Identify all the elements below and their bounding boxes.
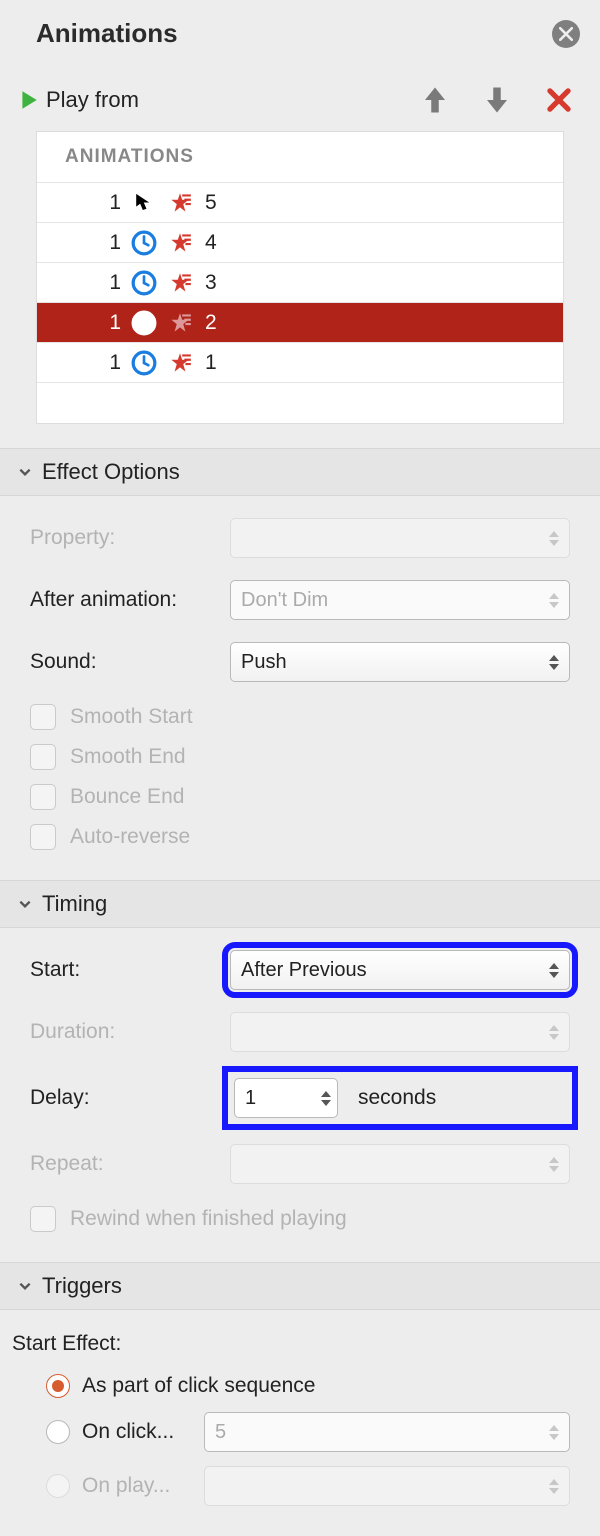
animation-target: 4 bbox=[201, 231, 535, 255]
delay-label: Delay: bbox=[30, 1086, 230, 1110]
duration-label: Duration: bbox=[30, 1020, 230, 1044]
animation-seq: 1 bbox=[65, 351, 121, 375]
move-up-button[interactable] bbox=[420, 85, 450, 115]
section-timing[interactable]: Timing bbox=[0, 880, 600, 928]
bounce-end-label: Bounce End bbox=[70, 785, 184, 809]
close-icon bbox=[559, 27, 573, 41]
animation-row[interactable]: 1 3 bbox=[37, 263, 563, 303]
clock-icon bbox=[121, 230, 159, 256]
close-button[interactable] bbox=[552, 20, 580, 48]
clock-icon bbox=[121, 350, 159, 376]
clock-icon bbox=[121, 310, 159, 336]
star-lines-icon bbox=[159, 230, 201, 256]
animation-row[interactable]: 1 2 bbox=[37, 303, 563, 343]
on-play-select bbox=[204, 1466, 570, 1506]
duration-select bbox=[230, 1012, 570, 1052]
radio-on-click-label: On click... bbox=[82, 1420, 192, 1444]
animations-list-header: ANIMATIONS bbox=[37, 132, 563, 183]
animation-target: 5 bbox=[201, 191, 535, 215]
radio-on-play-label: On play... bbox=[82, 1474, 192, 1498]
reorder-toolbar bbox=[420, 85, 574, 115]
property-select bbox=[230, 518, 570, 558]
after-animation-select[interactable]: Don't Dim bbox=[230, 580, 570, 620]
repeat-label: Repeat: bbox=[30, 1152, 230, 1176]
auto-reverse-checkbox bbox=[30, 824, 56, 850]
smooth-start-label: Smooth Start bbox=[70, 705, 193, 729]
section-title: Effect Options bbox=[42, 459, 180, 485]
section-title: Triggers bbox=[42, 1273, 122, 1299]
after-animation-label: After animation: bbox=[30, 588, 230, 612]
animation-seq: 1 bbox=[65, 271, 121, 295]
animation-seq: 1 bbox=[65, 231, 121, 255]
delay-input[interactable]: 1 bbox=[234, 1078, 338, 1118]
sound-value: Push bbox=[241, 651, 287, 674]
start-select[interactable]: After Previous bbox=[230, 950, 570, 990]
repeat-select bbox=[230, 1144, 570, 1184]
after-animation-value: Don't Dim bbox=[241, 589, 328, 612]
chevron-down-icon bbox=[16, 895, 34, 913]
play-toolbar: Play from bbox=[0, 63, 600, 125]
clock-icon bbox=[121, 270, 159, 296]
delay-suffix: seconds bbox=[348, 1086, 436, 1110]
play-label: Play from bbox=[46, 87, 139, 113]
panel-header: Animations bbox=[0, 0, 600, 63]
play-from-button[interactable]: Play from bbox=[18, 87, 139, 113]
animation-row[interactable]: 1 1 bbox=[37, 343, 563, 383]
arrow-down-icon bbox=[484, 85, 510, 115]
animations-list: ANIMATIONS 1 5 1 4 1 3 1 2 1 1 bbox=[36, 131, 564, 424]
rewind-checkbox bbox=[30, 1206, 56, 1232]
start-value: After Previous bbox=[241, 959, 367, 982]
animation-seq: 1 bbox=[65, 191, 121, 215]
move-down-button[interactable] bbox=[482, 85, 512, 115]
cursor-icon bbox=[121, 192, 159, 214]
rewind-label: Rewind when finished playing bbox=[70, 1207, 347, 1231]
star-lines-icon bbox=[159, 270, 201, 296]
property-label: Property: bbox=[30, 526, 230, 550]
delay-group: 1 seconds bbox=[230, 1074, 570, 1122]
animation-seq: 1 bbox=[65, 311, 121, 335]
radio-on-play bbox=[46, 1474, 70, 1498]
sound-label: Sound: bbox=[30, 650, 230, 674]
animation-row[interactable]: 1 5 bbox=[37, 183, 563, 223]
chevron-down-icon bbox=[16, 463, 34, 481]
panel-title: Animations bbox=[36, 18, 178, 49]
delete-button[interactable] bbox=[544, 85, 574, 115]
smooth-end-label: Smooth End bbox=[70, 745, 186, 769]
radio-on-click[interactable] bbox=[46, 1420, 70, 1444]
delay-value: 1 bbox=[245, 1087, 315, 1110]
arrow-up-icon bbox=[422, 85, 448, 115]
auto-reverse-label: Auto-reverse bbox=[70, 825, 190, 849]
start-effect-label: Start Effect: bbox=[12, 1332, 570, 1356]
radio-click-sequence-label: As part of click sequence bbox=[82, 1374, 315, 1398]
animation-target: 1 bbox=[201, 351, 535, 375]
animation-target: 3 bbox=[201, 271, 535, 295]
delete-x-icon bbox=[546, 87, 572, 113]
animation-row[interactable]: 1 4 bbox=[37, 223, 563, 263]
play-icon bbox=[18, 89, 40, 111]
animation-target: 2 bbox=[201, 311, 535, 335]
section-triggers[interactable]: Triggers bbox=[0, 1262, 600, 1310]
smooth-start-checkbox bbox=[30, 704, 56, 730]
star-lines-icon bbox=[159, 190, 201, 216]
smooth-end-checkbox bbox=[30, 744, 56, 770]
chevron-down-icon bbox=[16, 1277, 34, 1295]
section-title: Timing bbox=[42, 891, 107, 917]
on-click-select: 5 bbox=[204, 1412, 570, 1452]
section-effect-options[interactable]: Effect Options bbox=[0, 448, 600, 496]
star-lines-icon bbox=[159, 310, 201, 336]
bounce-end-checkbox bbox=[30, 784, 56, 810]
radio-click-sequence[interactable] bbox=[46, 1374, 70, 1398]
animations-empty-row bbox=[37, 383, 563, 423]
on-click-value: 5 bbox=[215, 1421, 226, 1444]
sound-select[interactable]: Push bbox=[230, 642, 570, 682]
star-lines-icon bbox=[159, 350, 201, 376]
start-label: Start: bbox=[30, 958, 230, 982]
